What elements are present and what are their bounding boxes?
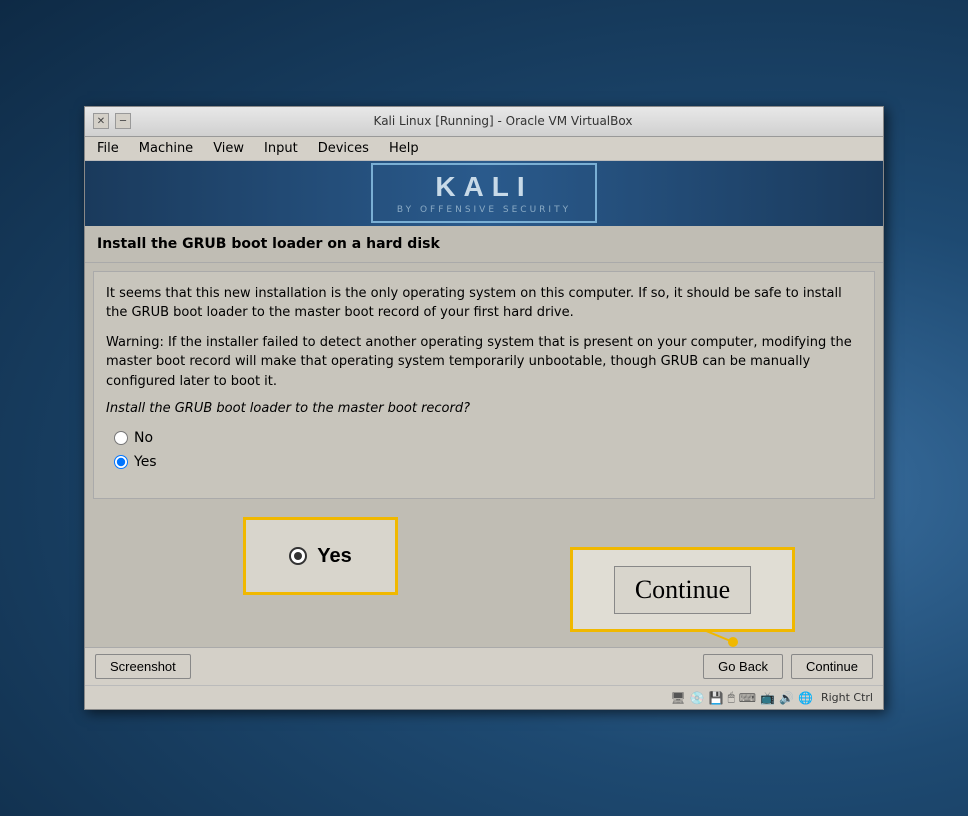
- go-back-button[interactable]: Go Back: [703, 654, 783, 679]
- status-icon-1: 🖥: [670, 691, 685, 705]
- status-icon-6: 📺: [760, 691, 775, 705]
- yes-callout-radio-inner: [294, 552, 302, 560]
- title-bar: ✕ ─ Kali Linux [Running] - Oracle VM Vir…: [85, 107, 883, 137]
- continue-callout-button[interactable]: Continue: [614, 566, 751, 614]
- menu-input[interactable]: Input: [256, 139, 306, 158]
- close-button[interactable]: ✕: [93, 113, 109, 129]
- yes-callout: Yes: [243, 517, 398, 595]
- status-icon-7: 🔊: [779, 691, 794, 705]
- status-icon-2: 💿: [690, 691, 705, 705]
- status-icon-4: 🖱: [728, 690, 735, 705]
- yes-callout-radio-circle: [289, 547, 307, 565]
- continue-button[interactable]: Continue: [791, 654, 873, 679]
- bottom-right: Go Back Continue: [703, 654, 873, 679]
- zoom-area: Yes Continue: [93, 507, 875, 647]
- radio-no-label: No: [134, 430, 153, 446]
- bottom-bar: Screenshot Go Back Continue: [85, 647, 883, 685]
- radio-option-no[interactable]: No: [114, 430, 854, 446]
- continue-callout: Continue: [570, 547, 795, 632]
- radio-no[interactable]: [114, 431, 128, 445]
- main-content: Install the GRUB boot loader on a hard d…: [85, 226, 883, 648]
- kali-logo-main: KALI: [397, 171, 571, 203]
- screenshot-button[interactable]: Screenshot: [95, 654, 191, 679]
- menu-file[interactable]: File: [89, 139, 127, 158]
- warning-text: Warning: If the installer failed to dete…: [106, 333, 862, 392]
- window-title: Kali Linux [Running] - Oracle VM Virtual…: [131, 114, 875, 128]
- yes-callout-label: Yes: [317, 545, 351, 568]
- status-icon-5: ⌨: [739, 691, 756, 705]
- minimize-button[interactable]: ─: [115, 113, 131, 129]
- status-icon-3: 💾: [709, 691, 724, 705]
- menu-devices[interactable]: Devices: [310, 139, 377, 158]
- right-ctrl-label: Right Ctrl: [821, 691, 873, 704]
- virtualbox-window: ✕ ─ Kali Linux [Running] - Oracle VM Vir…: [84, 106, 884, 711]
- kali-logo: KALI BY OFFENSIVE SECURITY: [371, 163, 597, 223]
- radio-option-yes[interactable]: Yes: [114, 454, 854, 470]
- kali-banner: KALI BY OFFENSIVE SECURITY: [85, 161, 883, 226]
- radio-yes-label: Yes: [134, 454, 157, 470]
- section-title: Install the GRUB boot loader on a hard d…: [85, 226, 883, 263]
- bottom-left: Screenshot: [95, 654, 191, 679]
- question-text: Install the GRUB boot loader to the mast…: [106, 401, 862, 416]
- content-box: It seems that this new installation is t…: [93, 271, 875, 500]
- kali-logo-sub: BY OFFENSIVE SECURITY: [397, 205, 571, 215]
- menu-view[interactable]: View: [205, 139, 252, 158]
- title-bar-buttons: ✕ ─: [93, 113, 131, 129]
- menu-bar: File Machine View Input Devices Help: [85, 137, 883, 161]
- menu-help[interactable]: Help: [381, 139, 427, 158]
- status-bar: 🖥 💿 💾 🖱 ⌨ 📺 🔊 🌐 Right Ctrl: [85, 685, 883, 709]
- status-icon-8: 🌐: [798, 691, 813, 705]
- info-text: It seems that this new installation is t…: [106, 284, 862, 323]
- radio-yes[interactable]: [114, 455, 128, 469]
- radio-group: No Yes: [106, 430, 862, 470]
- menu-machine[interactable]: Machine: [131, 139, 201, 158]
